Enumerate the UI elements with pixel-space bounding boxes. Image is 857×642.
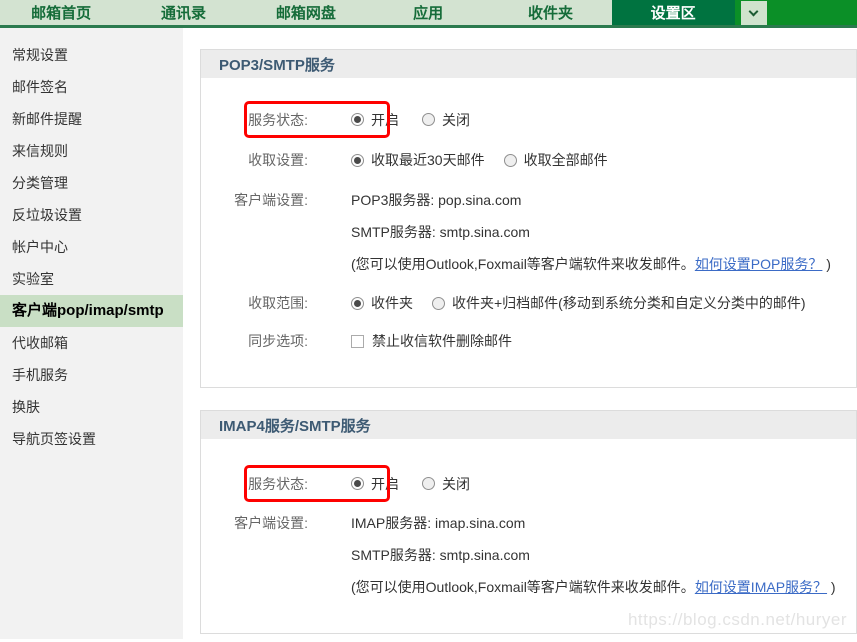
radio-selected-icon[interactable] xyxy=(351,297,364,310)
imap4-section-title: IMAP4服务/SMTP服务 xyxy=(201,411,856,439)
settings-sidebar: 常规设置 邮件签名 新邮件提醒 来信规则 分类管理 反垃圾设置 帐户中心 实验室… xyxy=(0,28,183,639)
service-status-label: 服务状态: xyxy=(201,110,308,130)
sidebar-item-collect-mailbox[interactable]: 代收邮箱 xyxy=(0,327,183,359)
fetch-setting-label: 收取设置: xyxy=(201,150,308,170)
imap4-client-setting-block: 客户端设置: IMAP服务器: imap.sina.com SMTP服务器: s… xyxy=(201,507,856,603)
imap4-smtp-section: IMAP4服务/SMTP服务 服务状态: 开启 关闭 xyxy=(200,410,857,634)
fetch-recent30-label: 收取最近30天邮件 xyxy=(371,150,485,170)
radio-unselected-icon[interactable] xyxy=(504,154,517,167)
pop3-status-on-option[interactable]: 开启 xyxy=(351,110,399,130)
nav-tab-mail-home[interactable]: 邮箱首页 xyxy=(0,0,122,25)
settings-dropdown-button[interactable] xyxy=(741,1,767,25)
fetch-all-label: 收取全部邮件 xyxy=(524,150,608,170)
scope-inbox-label: 收件夹 xyxy=(371,293,413,313)
radio-unselected-icon[interactable] xyxy=(432,297,445,310)
pop3-service-status-row: 服务状态: 开启 关闭 xyxy=(201,101,856,138)
radio-selected-icon[interactable] xyxy=(351,113,364,126)
top-navbar: 邮箱首页 通讯录 邮箱网盘 应用 收件夹 设置区 xyxy=(0,0,857,28)
imap4-status-off-option[interactable]: 关闭 xyxy=(422,474,470,494)
sidebar-item-mail-rules[interactable]: 来信规则 xyxy=(0,135,183,167)
pop3-client-setting-block: 客户端设置: POP3服务器: pop.sina.com SMTP服务器: sm… xyxy=(201,184,856,280)
imap4-client-note: (您可以使用Outlook,Foxmail等客户端软件来收发邮件。如何设置IMA… xyxy=(351,571,836,603)
imap-server-value: IMAP服务器: imap.sina.com xyxy=(351,507,836,539)
note-text: (您可以使用Outlook,Foxmail等客户端软件来收发邮件。 xyxy=(351,256,695,272)
checkbox-unchecked-icon[interactable] xyxy=(351,335,364,348)
pop3-sync-option-row: 同步选项: 禁止收信软件删除邮件 xyxy=(201,331,856,351)
nav-tab-contacts[interactable]: 通讯录 xyxy=(122,0,244,25)
sidebar-item-mobile-service[interactable]: 手机服务 xyxy=(0,359,183,391)
scope-inbox-archive-label: 收件夹+归档邮件(移动到系统分类和自定义分类中的邮件) xyxy=(452,293,806,313)
sidebar-item-account-center[interactable]: 帐户中心 xyxy=(0,231,183,263)
pop3-section-title: POP3/SMTP服务 xyxy=(201,50,856,78)
radio-unselected-icon[interactable] xyxy=(422,113,435,126)
smtp-server-value: SMTP服务器: smtp.sina.com xyxy=(351,539,836,571)
sidebar-item-general[interactable]: 常规设置 xyxy=(0,39,183,71)
client-setting-label: 客户端设置: xyxy=(201,184,308,280)
how-to-set-pop-link[interactable]: 如何设置POP服务？ xyxy=(695,256,823,272)
forbid-delete-label: 禁止收信软件删除邮件 xyxy=(372,331,512,351)
pop3-status-off-option[interactable]: 关闭 xyxy=(422,110,470,130)
pop3-client-note: (您可以使用Outlook,Foxmail等客户端软件来收发邮件。如何设置POP… xyxy=(351,248,831,280)
pop3-fetch-scope-row: 收取范围: 收件夹 收件夹+归档邮件(移动到系统分类和自定义分类中的邮件) xyxy=(201,293,856,313)
note-suffix: ) xyxy=(822,256,831,272)
csdn-watermark: https://blog.csdn.net/huryer xyxy=(628,610,847,630)
forbid-delete-option[interactable]: 禁止收信软件删除邮件 xyxy=(351,331,512,351)
fetch-scope-label: 收取范围: xyxy=(201,293,308,313)
sidebar-item-signature[interactable]: 邮件签名 xyxy=(0,71,183,103)
nav-tab-netdisk[interactable]: 邮箱网盘 xyxy=(245,0,367,25)
sidebar-item-new-mail-alert[interactable]: 新邮件提醒 xyxy=(0,103,183,135)
sidebar-item-nav-tabs-setting[interactable]: 导航页签设置 xyxy=(0,423,183,455)
imap4-status-off-label: 关闭 xyxy=(442,474,470,494)
settings-content: POP3/SMTP服务 服务状态: 开启 关闭 xyxy=(183,28,857,639)
smtp-server-value: SMTP服务器: smtp.sina.com xyxy=(351,216,831,248)
pop3-server-value: POP3服务器: pop.sina.com xyxy=(351,184,831,216)
note-suffix: ) xyxy=(827,579,836,595)
sidebar-item-category[interactable]: 分类管理 xyxy=(0,167,183,199)
sidebar-item-skin[interactable]: 换肤 xyxy=(0,391,183,423)
sync-option-label: 同步选项: xyxy=(201,331,308,351)
fetch-all-option[interactable]: 收取全部邮件 xyxy=(504,150,608,170)
radio-selected-icon[interactable] xyxy=(351,477,364,490)
sidebar-item-antispam[interactable]: 反垃圾设置 xyxy=(0,199,183,231)
pop3-status-off-label: 关闭 xyxy=(442,110,470,130)
how-to-set-imap-link[interactable]: 如何设置IMAP服务？ xyxy=(695,579,827,595)
client-setting-label: 客户端设置: xyxy=(201,507,308,603)
chevron-down-icon xyxy=(749,6,759,16)
radio-selected-icon[interactable] xyxy=(351,154,364,167)
pop3-fetch-setting-row: 收取设置: 收取最近30天邮件 收取全部邮件 xyxy=(201,150,856,170)
sidebar-item-pop-imap-smtp[interactable]: 客户端pop/imap/smtp xyxy=(0,295,183,327)
radio-unselected-icon[interactable] xyxy=(422,477,435,490)
service-status-label: 服务状态: xyxy=(201,474,308,494)
nav-tab-apps[interactable]: 应用 xyxy=(367,0,489,25)
note-text: (您可以使用Outlook,Foxmail等客户端软件来收发邮件。 xyxy=(351,579,695,595)
imap4-service-status-row: 服务状态: 开启 关闭 xyxy=(201,465,856,502)
nav-tab-settings-active[interactable]: 设置区 xyxy=(612,0,735,25)
imap4-status-on-option[interactable]: 开启 xyxy=(351,474,399,494)
scope-inbox-archive-option[interactable]: 收件夹+归档邮件(移动到系统分类和自定义分类中的邮件) xyxy=(432,293,806,313)
fetch-recent30-option[interactable]: 收取最近30天邮件 xyxy=(351,150,485,170)
pop3-status-on-label: 开启 xyxy=(371,110,399,130)
pop3-smtp-section: POP3/SMTP服务 服务状态: 开启 关闭 xyxy=(200,49,857,388)
sidebar-item-lab[interactable]: 实验室 xyxy=(0,263,183,295)
imap4-status-on-label: 开启 xyxy=(371,474,399,494)
nav-tab-inbox[interactable]: 收件夹 xyxy=(489,0,611,25)
scope-inbox-option[interactable]: 收件夹 xyxy=(351,293,413,313)
nav-right-filler xyxy=(735,0,857,25)
